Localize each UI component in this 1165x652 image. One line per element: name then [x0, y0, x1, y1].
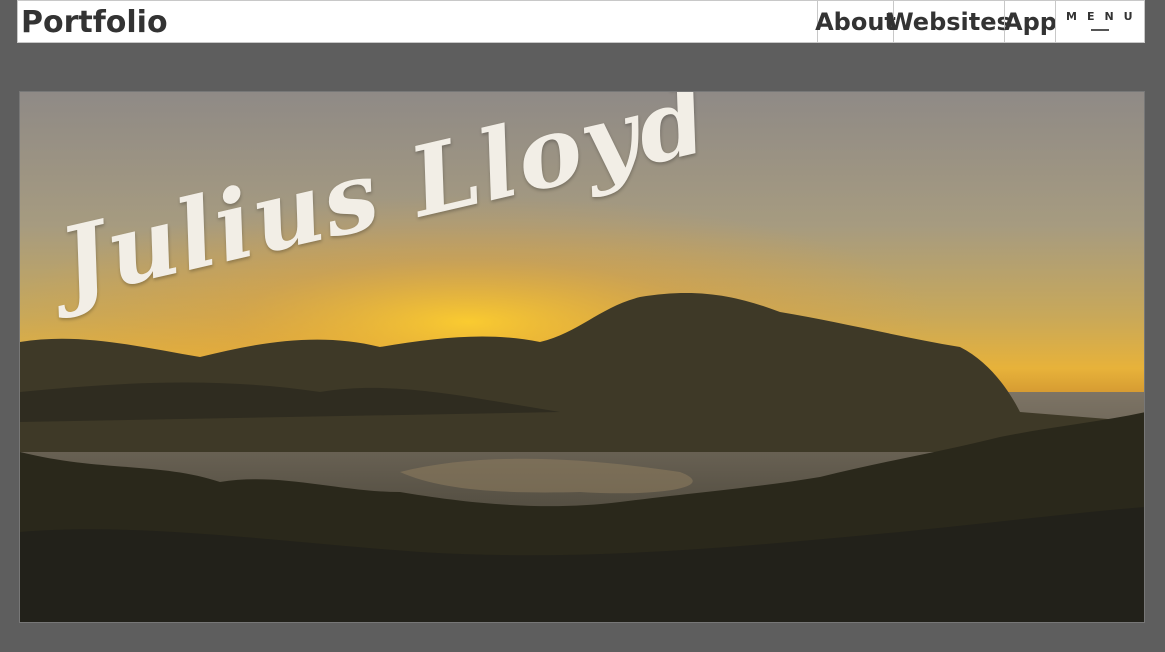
nav-app-link[interactable]: App	[1004, 1, 1057, 43]
hero-banner: Julius Lloyd	[19, 91, 1145, 623]
nav-about-link[interactable]: About	[815, 1, 896, 43]
menu-label: MENU	[1066, 10, 1143, 23]
hamburger-icon	[1091, 29, 1109, 36]
menu-button[interactable]: MENU	[1055, 1, 1145, 43]
site-header: Portfolio About Websites App MENU	[17, 0, 1145, 43]
site-logo[interactable]: Portfolio	[21, 3, 168, 43]
nav-websites-link[interactable]: Websites	[887, 1, 1011, 43]
